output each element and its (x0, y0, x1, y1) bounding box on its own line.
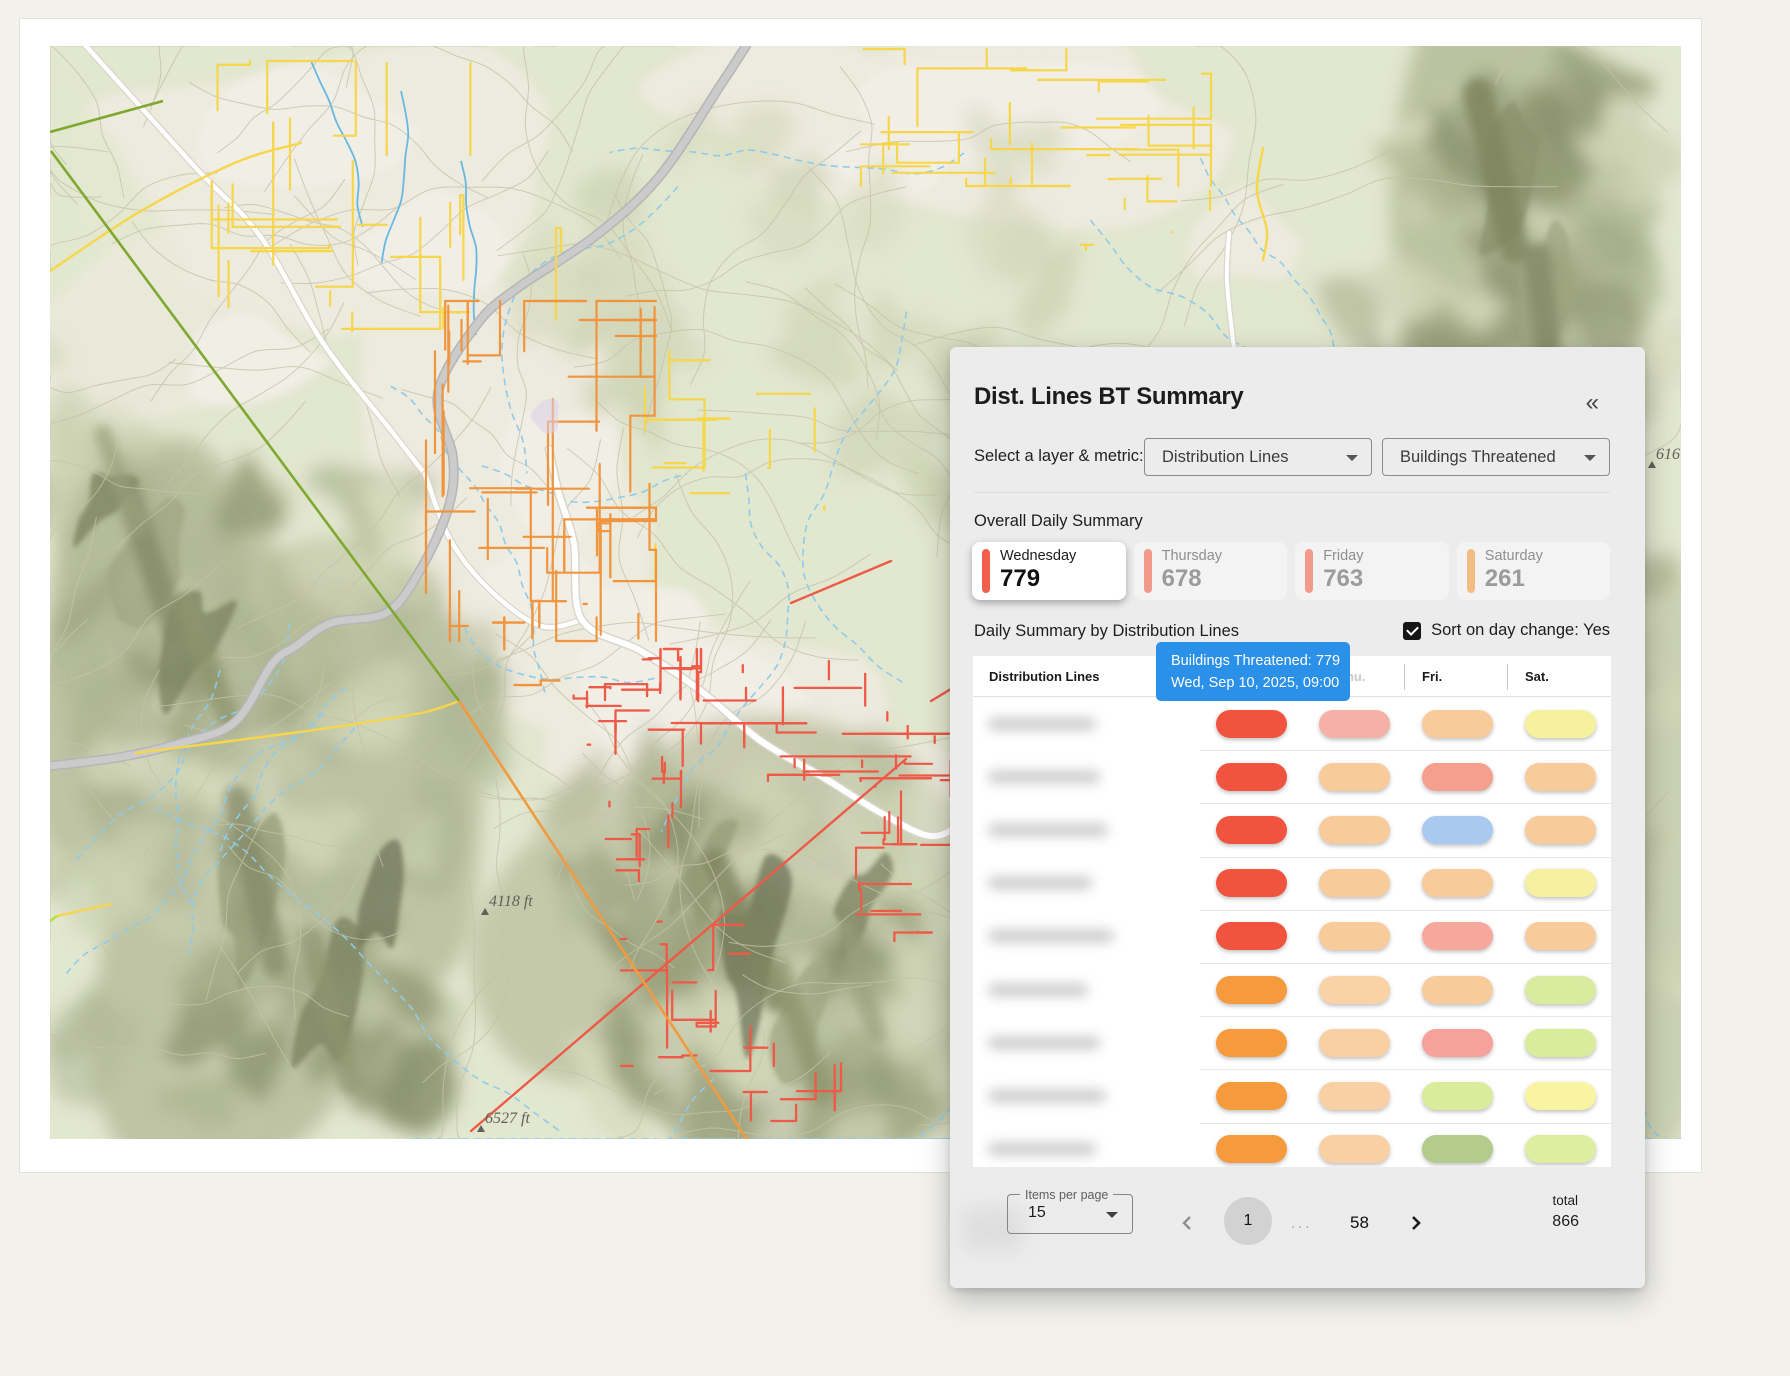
svg-text:616: 616 (1656, 446, 1680, 463)
svg-text:6527 ft: 6527 ft (485, 1110, 530, 1127)
svg-text:4118 ft: 4118 ft (489, 893, 533, 910)
